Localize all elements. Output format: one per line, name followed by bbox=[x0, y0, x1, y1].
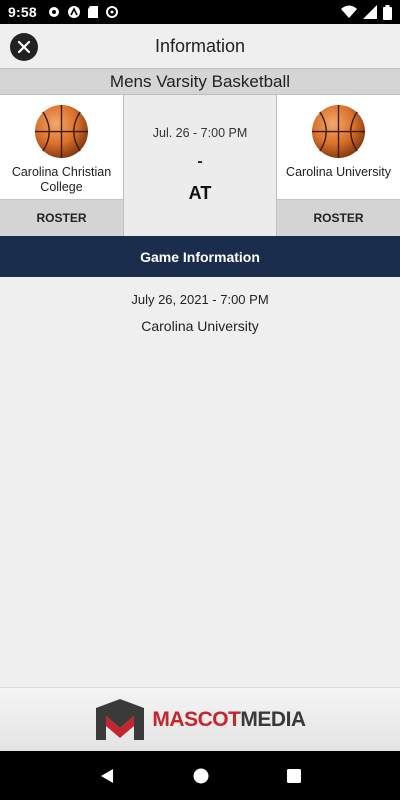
back-nav-icon[interactable] bbox=[99, 768, 115, 784]
home-team-name: Carolina Christian College bbox=[11, 165, 112, 194]
settings-icon bbox=[48, 7, 59, 17]
status-time: 9:58 bbox=[8, 4, 37, 20]
sport-label: Mens Varsity Basketball bbox=[0, 68, 400, 95]
close-button[interactable] bbox=[10, 33, 38, 61]
basketball-icon bbox=[311, 104, 366, 159]
sync-icon bbox=[105, 6, 118, 18]
brand-wordmark: MASCOTMEDIA bbox=[152, 707, 306, 732]
wifi-icon bbox=[341, 5, 357, 18]
brand-part-1: MASCOT bbox=[152, 707, 241, 731]
game-location: Carolina University bbox=[141, 318, 259, 334]
app-bar: Information bbox=[0, 24, 400, 68]
score-separator: - bbox=[197, 153, 203, 170]
home-nav-icon[interactable] bbox=[193, 768, 209, 784]
matchup-panel: Carolina Christian College ROSTER Jul. 2… bbox=[0, 95, 400, 236]
away-team-card: Carolina University ROSTER bbox=[277, 95, 400, 236]
at-label: AT bbox=[188, 183, 212, 203]
game-date: July 26, 2021 - 7:00 PM bbox=[131, 292, 269, 307]
game-summary: Jul. 26 - 7:00 PM - AT bbox=[123, 95, 277, 236]
page-title: Information bbox=[154, 35, 246, 56]
game-information-body: July 26, 2021 - 7:00 PM Carolina Univers… bbox=[0, 277, 400, 687]
recents-nav-icon[interactable] bbox=[287, 768, 301, 783]
game-information-header: Game Information bbox=[0, 236, 400, 277]
home-roster-button[interactable]: ROSTER bbox=[0, 199, 123, 236]
status-bar: 9:58 bbox=[0, 0, 400, 24]
game-date-short: Jul. 26 - 7:00 PM bbox=[152, 126, 248, 140]
sd-card-icon bbox=[87, 6, 98, 18]
away-roster-button[interactable]: ROSTER bbox=[277, 199, 400, 236]
basketball-icon bbox=[34, 104, 89, 159]
navigation-bar bbox=[0, 751, 400, 800]
cell-signal-icon bbox=[363, 5, 377, 19]
accessibility-icon bbox=[67, 6, 80, 18]
home-team-card: Carolina Christian College ROSTER bbox=[0, 95, 123, 236]
mascot-media-logo-icon bbox=[96, 698, 145, 740]
close-icon bbox=[18, 41, 30, 53]
battery-icon bbox=[383, 4, 392, 20]
brand-part-2: MEDIA bbox=[240, 707, 306, 731]
away-team-name: Carolina University bbox=[286, 165, 391, 179]
footer-brand: MASCOTMEDIA bbox=[0, 687, 400, 751]
